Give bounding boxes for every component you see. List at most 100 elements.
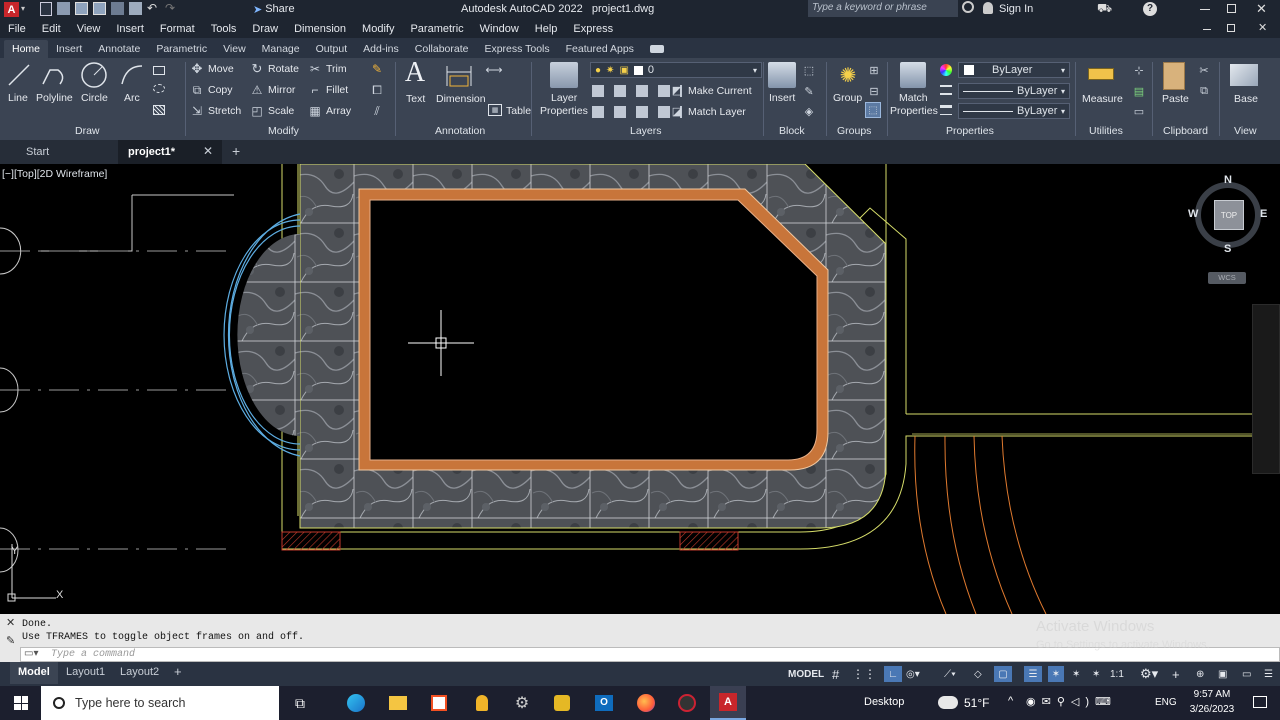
arc-icon[interactable]: [118, 62, 146, 88]
polyline-icon[interactable]: [40, 62, 68, 88]
tab-addins[interactable]: Add-ins: [355, 40, 407, 58]
layer-tools-row-2[interactable]: [592, 106, 682, 118]
annotation-visibility-icon[interactable]: ✶: [1072, 666, 1080, 682]
app-icon-2[interactable]: ⚙: [508, 686, 536, 720]
viewport-controls-label[interactable]: [−][Top][2D Wireframe]: [2, 168, 107, 180]
ramp-arc[interactable]: [944, 435, 977, 614]
layout-tab-model[interactable]: Model: [10, 662, 58, 684]
windows-start-icon[interactable]: [6, 686, 36, 720]
groups-panel-label[interactable]: Groups: [837, 125, 871, 137]
layer-properties-icon[interactable]: [550, 62, 578, 88]
file-explorer-icon[interactable]: [384, 686, 412, 720]
clean-screen-icon[interactable]: ▭: [1242, 666, 1251, 682]
match-properties-label-1[interactable]: Match: [899, 92, 928, 104]
gradient-icon[interactable]: [153, 105, 165, 115]
tab-view[interactable]: View: [215, 40, 254, 58]
drawing-canvas[interactable]: Y X: [0, 164, 1280, 614]
explode-icon[interactable]: ⧠: [370, 83, 384, 97]
wcs-menu[interactable]: WCS: [1208, 272, 1246, 284]
clock-date[interactable]: 3/26/2023: [1183, 704, 1241, 715]
units-icon[interactable]: ⊕: [1196, 666, 1204, 682]
clipboard-panel-label[interactable]: Clipboard: [1163, 125, 1208, 137]
calculator-icon[interactable]: ▤: [1132, 84, 1146, 98]
sign-in-button[interactable]: Sign In: [999, 3, 1033, 15]
rectangle-icon[interactable]: [153, 66, 165, 75]
menu-help[interactable]: Help: [527, 23, 566, 35]
autocad-logo-icon[interactable]: A: [4, 2, 19, 17]
quick-select-icon[interactable]: ⊹: [1132, 63, 1146, 77]
match-layer-button[interactable]: Match Layer: [688, 106, 746, 118]
block-attr-icon[interactable]: ◈: [802, 104, 816, 118]
doc-minimize-icon[interactable]: [1203, 29, 1211, 30]
close-icon[interactable]: ✕: [1256, 1, 1267, 17]
tab-start[interactable]: Start: [0, 140, 118, 164]
firefox-icon[interactable]: [632, 686, 660, 720]
polyline-button[interactable]: Polyline: [36, 92, 73, 104]
copy-button[interactable]: Copy: [208, 84, 233, 96]
model-space-button[interactable]: MODEL: [788, 666, 824, 682]
viewcube[interactable]: N S W E TOP: [1188, 174, 1268, 255]
web-mobile-icon[interactable]: [111, 2, 124, 15]
tray-chevron-icon[interactable]: ^: [1008, 695, 1013, 707]
linetype-dropdown[interactable]: ByLayer ▾: [958, 83, 1070, 99]
ramp-arc[interactable]: [1001, 435, 1047, 614]
quick-properties-icon[interactable]: ▣: [1218, 666, 1227, 682]
tab-insert[interactable]: Insert: [48, 40, 90, 58]
task-view-icon[interactable]: ⧉: [288, 686, 312, 720]
tab-output[interactable]: Output: [308, 40, 356, 58]
utilities-panel-label[interactable]: Utilities: [1089, 125, 1123, 137]
polar-icon[interactable]: ◎▾: [906, 666, 920, 682]
hatch-block[interactable]: [679, 531, 739, 551]
base-button[interactable]: Base: [1234, 93, 1258, 105]
menu-dimension[interactable]: Dimension: [286, 23, 354, 35]
leader-icon[interactable]: ⟷: [485, 63, 502, 77]
rotate-button[interactable]: Rotate: [268, 63, 299, 75]
offset-icon[interactable]: ⫽: [370, 104, 384, 118]
app-icon-4[interactable]: [673, 686, 701, 720]
taskbar-search[interactable]: Type here to search: [41, 686, 279, 720]
array-button[interactable]: Array: [326, 105, 351, 117]
save-as-icon[interactable]: [93, 2, 106, 15]
circle-icon[interactable]: [80, 61, 108, 89]
open-file-icon[interactable]: [57, 2, 70, 15]
object-snap-tracking-icon[interactable]: ▢: [994, 666, 1012, 682]
menu-file[interactable]: File: [0, 23, 34, 35]
isodraft-icon[interactable]: ⟋▾: [944, 666, 956, 682]
ramp-arc[interactable]: [914, 435, 947, 614]
insert-block-icon[interactable]: [768, 62, 796, 88]
object-snap-icon[interactable]: ◇: [974, 666, 982, 682]
app-menu-chevron-icon[interactable]: ▾: [21, 4, 25, 13]
command-wrench-icon[interactable]: ✎: [6, 634, 15, 647]
add-layout-icon[interactable]: +: [174, 664, 182, 679]
circle-button[interactable]: Circle: [81, 92, 108, 104]
customization-icon[interactable]: ☰: [1264, 666, 1273, 682]
doc-close-icon[interactable]: ✕: [1258, 21, 1267, 34]
notification-icon[interactable]: [1253, 696, 1267, 708]
menu-parametric[interactable]: Parametric: [402, 23, 471, 35]
menu-insert[interactable]: Insert: [108, 23, 152, 35]
draw-panel-label[interactable]: Draw: [75, 125, 100, 137]
new-file-icon[interactable]: [40, 2, 52, 16]
undo-icon[interactable]: ↶: [147, 2, 160, 15]
mirror-button[interactable]: Mirror: [268, 84, 295, 96]
match-properties-icon[interactable]: [900, 62, 926, 88]
id-point-icon[interactable]: ▭: [1132, 104, 1146, 118]
share-button[interactable]: ➤ Share: [253, 3, 295, 16]
edit-block-icon[interactable]: ✎: [802, 84, 816, 98]
store-icon[interactable]: [425, 686, 453, 720]
menu-tools[interactable]: Tools: [203, 23, 245, 35]
table-button[interactable]: Table: [506, 105, 531, 117]
restore-icon[interactable]: [1227, 4, 1236, 13]
close-tab-icon[interactable]: ✕: [203, 144, 213, 158]
compass-east[interactable]: E: [1260, 208, 1267, 220]
tab-featured-apps[interactable]: Featured Apps: [558, 40, 642, 58]
compass-west[interactable]: W: [1188, 208, 1198, 220]
menu-format[interactable]: Format: [152, 23, 203, 35]
measure-button[interactable]: Measure: [1082, 93, 1123, 105]
cart-icon[interactable]: ⛟: [1097, 1, 1112, 17]
compass-south[interactable]: S: [1224, 243, 1231, 255]
menu-view[interactable]: View: [69, 23, 109, 35]
doc-restore-icon[interactable]: [1227, 24, 1235, 32]
save-icon[interactable]: [75, 2, 88, 15]
menu-draw[interactable]: Draw: [244, 23, 286, 35]
